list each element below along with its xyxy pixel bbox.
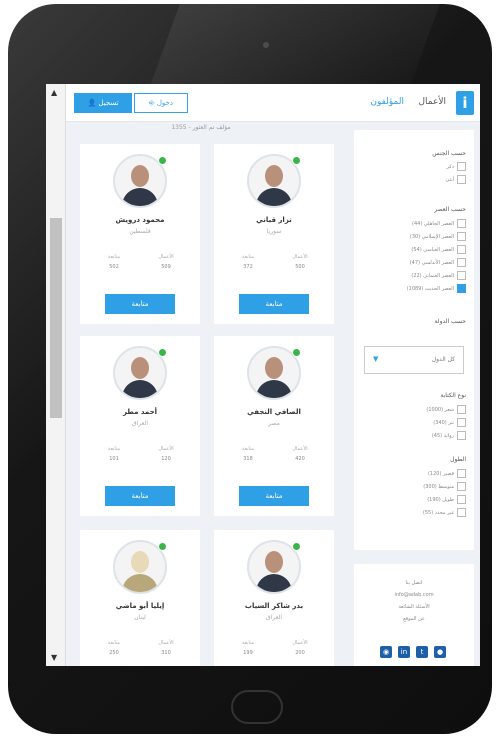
author-name[interactable]: بدر شاكر السياب: [214, 602, 334, 610]
filter-option[interactable]: متوسط (300): [423, 482, 466, 491]
contact-line[interactable]: info@adab.com: [354, 592, 474, 598]
author-name[interactable]: أحمد مطر: [80, 408, 200, 416]
camera: [263, 42, 269, 48]
author-name[interactable]: إيليا أبو ماضي: [80, 602, 200, 610]
nav-authors[interactable]: المؤلفون: [370, 97, 404, 107]
filter-option[interactable]: العصر العثماني (22): [411, 271, 466, 280]
filter-option[interactable]: شعر (1000): [426, 405, 466, 414]
author-card: أحمد مطر العراق الأعمال 120 متابعة 101 متا…: [80, 336, 200, 516]
stat-works: الأعمال 310: [158, 640, 174, 656]
filter-option[interactable]: أنثى: [446, 175, 466, 184]
header: i الأعمال المؤلفون ⎆ دخول 👤 تسجيل: [66, 84, 480, 122]
stat-views: متابعة 250: [107, 640, 121, 656]
author-card: محمود درويش فلسطين الأعمال 509 متابعة 502 …: [80, 144, 200, 324]
filter-option[interactable]: ذكر: [447, 162, 466, 171]
country-filter-title: حسب الدولة: [434, 318, 466, 325]
logo[interactable]: i: [456, 91, 474, 115]
author-card: نزار قباني سوريا الأعمال 500 متابعة 372 مت…: [214, 144, 334, 324]
follow-button[interactable]: متابعة: [239, 294, 309, 314]
author-country: سوريا: [266, 228, 282, 235]
contact-line: اتصل بنا: [405, 580, 423, 586]
online-badge: [158, 348, 167, 357]
contact-line[interactable]: عن الموقع: [354, 616, 474, 622]
filter-option[interactable]: طويل (190): [427, 495, 466, 504]
user-icon[interactable]: ●: [434, 646, 446, 658]
contact-line[interactable]: الأسئلة الشائعة: [354, 604, 474, 610]
country-select[interactable]: كل الدول ▼: [364, 346, 464, 374]
filter-option[interactable]: العصر العباسي (54): [411, 245, 466, 254]
contact-box: اتصل بنا info@adab.com الأسئلة الشائعة ع…: [354, 564, 474, 666]
author-name[interactable]: نزار قباني: [214, 216, 334, 224]
author-card: الصافي النجفي مصر الأعمال 420 متابعة 318 م…: [214, 336, 334, 516]
user-icon: 👤: [87, 99, 97, 107]
author-card: بدر شاكر السياب العراق الأعمال 200 متابعة…: [214, 530, 334, 666]
tablet-frame: ▲ ▼ i الأعمال المؤلفون ⎆ دخول 👤 تسجيل 13…: [8, 4, 492, 734]
stat-works: الأعمال 420: [292, 446, 308, 462]
follow-button[interactable]: متابعة: [105, 486, 175, 506]
filter-option[interactable]: رواية (45): [432, 431, 466, 440]
filter-option[interactable]: العصر الإسلامي (30): [410, 232, 466, 241]
author-name[interactable]: الصافي النجفي: [214, 408, 334, 416]
stat-works: الأعمال 120: [158, 446, 174, 462]
login-icon: ⎆: [149, 99, 155, 107]
tablet-screen: ▲ ▼ i الأعمال المؤلفون ⎆ دخول 👤 تسجيل 13…: [46, 84, 480, 666]
online-badge: [292, 348, 301, 357]
filter-option[interactable]: قصير (120): [428, 469, 466, 478]
gender-filter-title: حسب الجنس: [432, 150, 466, 157]
linkedin-icon[interactable]: in: [398, 646, 410, 658]
length-filter-title: الطول: [450, 456, 466, 463]
type-filter-title: نوع الكتابة: [440, 392, 466, 399]
nav-works[interactable]: الأعمال: [419, 97, 447, 107]
stat-views: متابعة 101: [107, 446, 121, 462]
follow-button[interactable]: متابعة: [239, 486, 309, 506]
online-badge: [292, 542, 301, 551]
home-button[interactable]: [231, 690, 283, 724]
stat-views: متابعة 372: [241, 254, 255, 270]
stat-views: متابعة 199: [241, 640, 255, 656]
stat-works: الأعمال 200: [292, 640, 308, 656]
filter-option[interactable]: نثر (340): [433, 418, 466, 427]
stat-views: متابعة 318: [241, 446, 255, 462]
scroll-up-icon[interactable]: ▲: [51, 88, 57, 97]
login-button[interactable]: ⎆ دخول: [134, 93, 188, 113]
stat-works: الأعمال 500: [292, 254, 308, 270]
online-badge: [292, 156, 301, 165]
scrollbar-thumb[interactable]: [50, 218, 62, 418]
filter-option[interactable]: غير محدد (55): [423, 508, 466, 517]
author-country: مصر: [268, 420, 280, 427]
follow-button[interactable]: متابعة: [105, 294, 175, 314]
scroll-down-icon[interactable]: ▼: [51, 653, 57, 662]
filter-option[interactable]: العصر الجاهلي (44): [412, 219, 466, 228]
stat-works: الأعمال 509: [158, 254, 174, 270]
filter-option[interactable]: العصر الحديث (1089): [407, 284, 466, 293]
author-name[interactable]: محمود درويش: [80, 216, 200, 224]
signup-button[interactable]: 👤 تسجيل: [74, 93, 132, 113]
author-country: فلسطين: [129, 228, 151, 235]
author-country: العراق: [265, 614, 283, 621]
era-filter-title: حسب العصر: [434, 206, 466, 213]
author-card: إيليا أبو ماضي لبنان الأعمال 310 متابعة 25…: [80, 530, 200, 666]
online-badge: [158, 542, 167, 551]
twitter-icon[interactable]: t: [416, 646, 428, 658]
filter-sidebar: حسب الجنس ذكر أنثى حسب العصر العصر الجاه…: [354, 130, 474, 550]
online-badge: [158, 156, 167, 165]
scrollbar[interactable]: ▲ ▼: [46, 84, 66, 666]
author-country: لبنان: [134, 614, 146, 621]
stat-views: متابعة 502: [107, 254, 121, 270]
results-count: 1355 - مؤلف تم العثور: [171, 124, 231, 131]
filter-option[interactable]: العصر الأندلسي (47): [410, 258, 466, 267]
author-country: العراق: [131, 420, 149, 427]
camera-icon[interactable]: ◉: [380, 646, 392, 658]
chevron-down-icon: ▼: [373, 355, 379, 363]
